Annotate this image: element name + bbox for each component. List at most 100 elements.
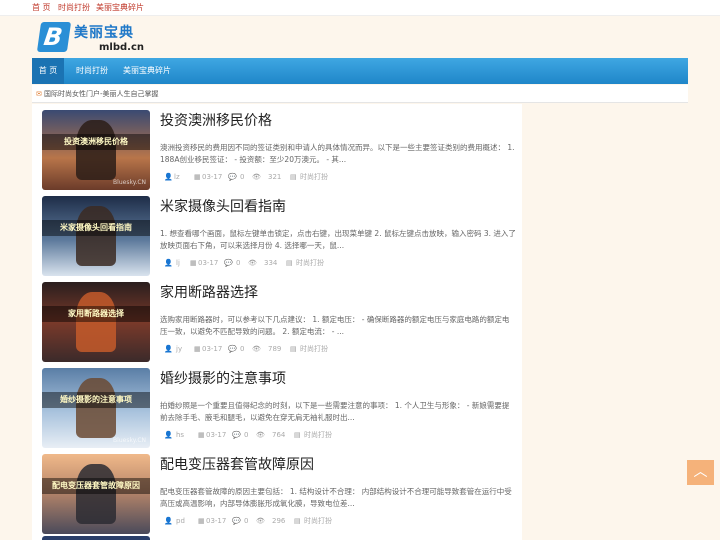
thumbnail-caption: 婚纱摄影的注意事项 — [60, 395, 132, 404]
calendar-icon: ▦ — [194, 173, 201, 181]
post-excerpt: 配电变压器套管故障的原因主要包括： 1. 结构设计不合理： 内部结构设计不合理可… — [160, 487, 512, 508]
thumbnail-watermark: Bluesky.CN — [113, 179, 146, 186]
post-meta: 👤 lz ▦ 03-17 💬 0 👁 321 ▤ 时尚打扮 — [164, 172, 504, 182]
thumbnail-caption: 米家摄像头回看指南 — [60, 223, 132, 232]
list-item: 家用断路器选择 家用断路器选择 选购家用断路器时，可以参考以下几点建议： 1. … — [42, 280, 517, 362]
post-category[interactable]: 时尚打扮 — [300, 344, 328, 354]
chevron-up-icon: ︿ — [693, 464, 708, 480]
user-icon: 👤 — [164, 173, 173, 181]
post-author[interactable]: jy — [176, 344, 182, 354]
user-icon: 👤 — [164, 431, 173, 439]
back-to-top-button[interactable]: ︿ — [687, 460, 714, 485]
thumbnail-watermark: Bluesky.CN — [113, 437, 146, 444]
post-date: 03-17 — [202, 173, 223, 181]
topbar-link-fragments[interactable]: 美丽宝典碎片 — [96, 2, 144, 14]
post-date: 03-17 — [206, 431, 227, 439]
nav-item-fragments[interactable]: 美丽宝典碎片 — [120, 58, 174, 84]
post-title[interactable]: 米家摄像头回看指南 — [160, 198, 286, 216]
user-icon: 👤 — [164, 259, 173, 267]
post-title[interactable]: 婚纱摄影的注意事项 — [160, 370, 286, 388]
site-header: B 美丽宝典 mlbd.cn — [32, 16, 688, 58]
topbar-link-home[interactable]: 首 页 — [32, 2, 51, 14]
post-author[interactable]: pd — [176, 516, 185, 526]
sidebar — [522, 104, 688, 540]
post-views: 334 — [264, 259, 278, 267]
post-date: 03-17 — [202, 345, 223, 353]
list-item: 米家摄像头回看指南 米家摄像头回看指南 1. 想查看哪个画面，鼠标左键单击锁定，… — [42, 194, 517, 276]
folder-icon: ▤ — [290, 345, 297, 353]
site-logo[interactable]: B 美丽宝典 mlbd.cn — [36, 22, 149, 56]
post-author[interactable]: hs — [176, 430, 184, 440]
mail-icon: ✉ — [36, 90, 42, 98]
post-comments: 0 — [240, 173, 245, 181]
logo-cn-text: 美丽宝典 — [74, 25, 134, 41]
logo-en-text: mlbd.cn — [99, 42, 145, 53]
post-date: 03-17 — [198, 259, 219, 267]
post-title[interactable]: 家用断路器选择 — [160, 284, 258, 302]
post-thumbnail[interactable]: 米家摄像头回看指南 — [42, 196, 150, 276]
eye-icon: 👁 — [248, 259, 257, 267]
post-views: 296 — [272, 517, 286, 525]
nav-item-home[interactable]: 首 页 — [32, 58, 64, 84]
top-bar: 首 页 时尚打扮 美丽宝典碎片 — [0, 0, 720, 16]
calendar-icon: ▦ — [190, 259, 197, 267]
breadcrumb-text: 国际时尚女性门户-美丽人生自己掌握 — [44, 90, 159, 98]
comment-icon: 💬 — [232, 431, 241, 439]
calendar-icon: ▦ — [194, 345, 201, 353]
comment-icon: 💬 — [232, 517, 241, 525]
post-comments: 0 — [244, 431, 249, 439]
list-item: 配电变压器套管故障原因 配电变压器套管故障原因 配电变压器套管故障的原因主要包括… — [42, 452, 517, 534]
post-excerpt: 拍婚纱照是一个重要且值得纪念的时刻，以下是一些需要注意的事项： 1. 个人卫生与… — [160, 401, 510, 422]
list-item: 婚纱摄影的注意事项 Bluesky.CN 婚纱摄影的注意事项 拍婚纱照是一个重要… — [42, 366, 517, 448]
user-icon: 👤 — [164, 345, 173, 353]
comment-icon: 💬 — [228, 345, 237, 353]
post-title[interactable]: 投资澳洲移民价格 — [160, 112, 272, 130]
post-comments: 0 — [240, 345, 245, 353]
list-item: 投资澳洲移民价格 Bluesky.CN 投资澳洲移民价格 澳洲投资移民的费用因不… — [42, 108, 517, 190]
post-thumbnail[interactable]: 家用断路器选择 — [42, 282, 150, 362]
calendar-icon: ▦ — [198, 431, 205, 439]
post-excerpt: 选购家用断路器时，可以参考以下几点建议： 1. 额定电压： - 确保断路器的额定… — [160, 315, 510, 336]
post-excerpt: 澳洲投资移民的费用因不同的签证类别和申请人的具体情况而异。以下是一些主要签证类别… — [160, 143, 515, 164]
post-category[interactable]: 时尚打扮 — [296, 258, 324, 268]
folder-icon: ▤ — [290, 173, 297, 181]
post-author[interactable]: lz — [174, 172, 180, 182]
post-views: 789 — [268, 345, 282, 353]
post-meta: 👤 lj ▦ 03-17 💬 0 👁 334 ▤ 时尚打扮 — [164, 258, 504, 268]
post-date: 03-17 — [206, 517, 227, 525]
post-author[interactable]: lj — [176, 258, 180, 268]
eye-icon: 👁 — [252, 345, 261, 353]
comment-icon: 💬 — [224, 259, 233, 267]
post-thumbnail[interactable]: 配电变压器套管故障原因 — [42, 454, 150, 534]
breadcrumb: ✉ 国际时尚女性门户-美丽人生自己掌握 — [32, 85, 688, 103]
post-category[interactable]: 时尚打扮 — [300, 172, 328, 182]
post-category[interactable]: 时尚打扮 — [304, 516, 332, 526]
thumbnail-caption: 家用断路器选择 — [68, 309, 124, 318]
topbar-link-fashion[interactable]: 时尚打扮 — [58, 2, 90, 14]
eye-icon: 👁 — [252, 173, 261, 181]
post-comments: 0 — [236, 259, 241, 267]
calendar-icon: ▦ — [198, 517, 205, 525]
post-comments: 0 — [244, 517, 249, 525]
eye-icon: 👁 — [256, 517, 265, 525]
post-thumbnail[interactable]: 婚纱摄影的注意事项 Bluesky.CN — [42, 368, 150, 448]
post-excerpt: 1. 想查看哪个画面，鼠标左键单击锁定，点击右键，出现菜单键 2. 鼠标左键点击… — [160, 229, 516, 250]
post-views: 321 — [268, 173, 282, 181]
comment-icon: 💬 — [228, 173, 237, 181]
thumbnail-caption: 配电变压器套管故障原因 — [52, 481, 140, 490]
folder-icon: ▤ — [286, 259, 293, 267]
post-meta: 👤 pd ▦ 03-17 💬 0 👁 296 ▤ 时尚打扮 — [164, 516, 504, 526]
main-nav: 首 页 时尚打扮 美丽宝典碎片 — [32, 58, 688, 84]
post-thumbnail[interactable]: 投资澳洲移民价格 Bluesky.CN — [42, 110, 150, 190]
post-title[interactable]: 配电变压器套管故障原因 — [160, 456, 314, 474]
post-list: 投资澳洲移民价格 Bluesky.CN 投资澳洲移民价格 澳洲投资移民的费用因不… — [32, 104, 522, 540]
nav-item-fashion[interactable]: 时尚打扮 — [68, 58, 116, 84]
thumbnail-caption: 投资澳洲移民价格 — [64, 137, 128, 146]
post-meta: 👤 hs ▦ 03-17 💬 0 👁 764 ▤ 时尚打扮 — [164, 430, 504, 440]
folder-icon: ▤ — [294, 517, 301, 525]
folder-icon: ▤ — [294, 431, 301, 439]
post-views: 764 — [272, 431, 286, 439]
next-post-thumbnail[interactable] — [42, 536, 150, 540]
post-category[interactable]: 时尚打扮 — [304, 430, 332, 440]
eye-icon: 👁 — [256, 431, 265, 439]
